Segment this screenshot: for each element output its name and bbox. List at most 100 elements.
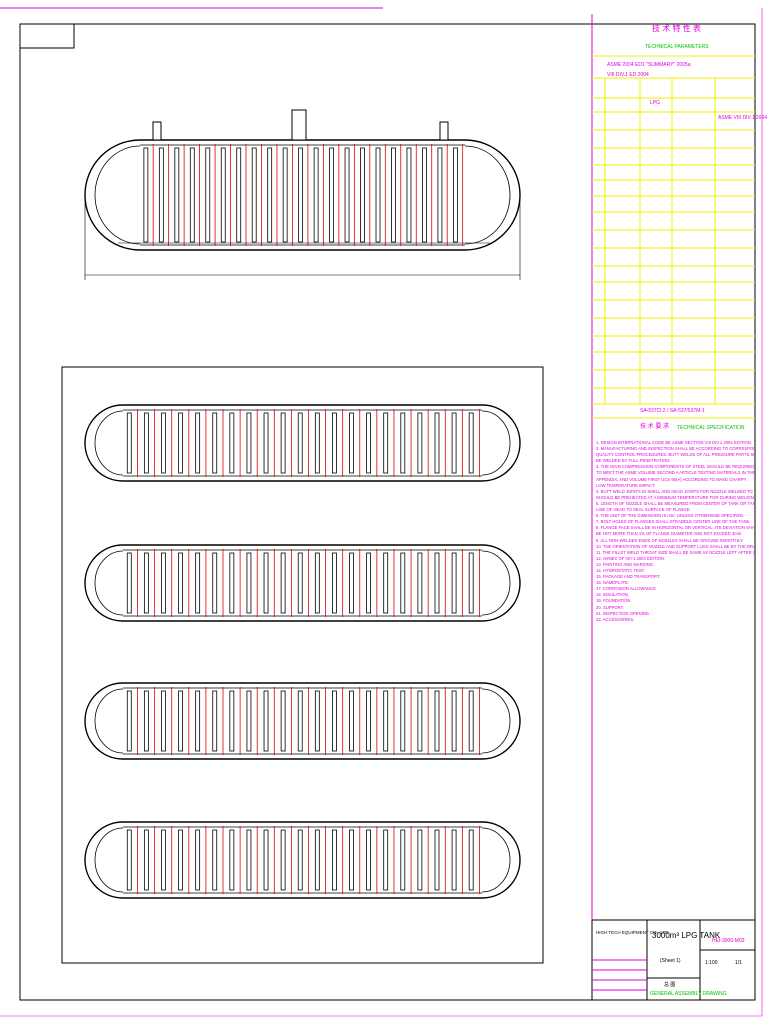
- stiffener-rib: [143, 552, 149, 614]
- drawing-subtitle: (Sheet 1): [660, 958, 681, 964]
- stiffener-rib: [246, 412, 252, 474]
- stiffener-rib: [143, 412, 149, 474]
- design-code-line: ASME 2004 ED1 "SUMMARY" 2005a: [607, 62, 691, 68]
- plan-vessel: [84, 682, 521, 760]
- stiffener-rib: [313, 147, 319, 243]
- spec-line: TO MEET THE ASME VOLUME SECOND A ARTICLE…: [596, 470, 754, 476]
- stiffener-rib: [366, 829, 372, 891]
- stiffener-rib: [282, 147, 288, 243]
- stiffener-rib: [422, 147, 427, 243]
- stiffener-rib: [212, 552, 218, 614]
- stiffener-rib: [468, 829, 474, 891]
- stiffener-rib: [143, 829, 149, 891]
- stiffener-rib: [263, 412, 269, 474]
- stiffener-rib: [452, 147, 458, 243]
- stiffener-rib: [366, 412, 372, 474]
- drawing-sheet: 1/1: [735, 960, 742, 966]
- stiffener-rib: [400, 552, 406, 614]
- material-value: SA-537Cl.2 / SA-537/537M-1: [640, 408, 705, 414]
- stiffener-rib: [434, 829, 440, 891]
- stiffener-rib: [332, 690, 337, 752]
- stiffener-rib: [349, 829, 354, 891]
- stiffener-rib: [229, 690, 235, 752]
- stiffener-rib: [329, 147, 334, 243]
- stiffener-rib: [434, 552, 440, 614]
- stiffener-rib: [246, 829, 252, 891]
- stiffener-rib: [143, 147, 149, 243]
- spec-line: 4. BUTT WELD JOINTS IN SHELL AND HEAD JO…: [596, 488, 754, 494]
- param-table-title-en: TECHNICAL PARAMETERS: [645, 44, 709, 50]
- vessel-head-right: [481, 688, 511, 754]
- stiffener-rib: [212, 829, 218, 891]
- stiffener-rib: [126, 552, 132, 614]
- corner-code-box: [19, 23, 75, 49]
- vessel-head-right: [481, 410, 511, 476]
- stiffener-rib: [349, 552, 354, 614]
- stiffener-rib: [434, 690, 440, 752]
- stiffener-rib: [417, 829, 423, 891]
- param-table-title-cn: 技 术 特 性 表: [652, 24, 701, 33]
- nozzles: [152, 109, 449, 141]
- stiffener-rib: [314, 412, 320, 474]
- vessel-head-left: [94, 688, 124, 754]
- spec-title-cn: 技 术 要 求: [640, 424, 670, 430]
- stiffener-rib: [178, 552, 183, 614]
- stiffener-rib: [189, 147, 195, 243]
- stiffener-rib: [468, 552, 474, 614]
- stiffener-rib: [451, 552, 457, 614]
- stiffener-rib: [417, 412, 423, 474]
- stiffener-rib: [229, 412, 235, 474]
- stiffener-rib: [267, 147, 273, 243]
- stiffener-rib: [314, 690, 320, 752]
- spec-line: 9. ALL NON-WELDED ENDS OF NOZZLES SHALL …: [596, 537, 744, 543]
- stiffener-rib: [400, 690, 406, 752]
- stiffener-rib: [220, 147, 226, 243]
- stiffener-rib: [297, 690, 303, 752]
- stiffener-rib: [314, 829, 320, 891]
- stiffener-rib: [375, 147, 381, 243]
- stiffener-rib: [451, 690, 457, 752]
- stiffener-rib: [205, 147, 211, 243]
- technical-parameters-grid: [592, 55, 755, 419]
- stiffener-rib: [280, 552, 286, 614]
- stiffener-rib: [383, 829, 389, 891]
- stiffener-rib: [437, 147, 443, 243]
- stiffener-rib: [263, 552, 269, 614]
- stiffener-rib: [417, 552, 423, 614]
- stiffener-rib: [406, 147, 412, 243]
- stiffener-rib: [195, 412, 201, 474]
- vessel-head-left: [94, 145, 141, 245]
- stiffener-rib: [383, 690, 389, 752]
- stiffener-rib: [391, 147, 396, 243]
- stiffener-rib: [229, 829, 235, 891]
- drawing-title: 3000m³ LPG TANK: [652, 931, 721, 940]
- stiffener-rib: [280, 690, 286, 752]
- stiffener-rib: [263, 829, 269, 891]
- vessel-head-left: [94, 550, 124, 616]
- stiffener-rib: [195, 690, 201, 752]
- spec-line: BE NOT MORE THAN 1% OF FLANGE DIAMETER A…: [596, 531, 743, 537]
- stiffener-rib: [349, 690, 354, 752]
- plan-vessel: [84, 821, 521, 899]
- stiffener-rib: [332, 829, 337, 891]
- drawing-type-cn: 总 图: [664, 982, 676, 988]
- stiffener-rib: [349, 412, 354, 474]
- stiffener-rib: [366, 690, 372, 752]
- stiffener-rib: [251, 147, 257, 243]
- stiffener-rib: [212, 690, 218, 752]
- spec-line: 11. THE FILLET WELD THROAT SIZE SHALL BE…: [596, 549, 754, 555]
- stiffener-rib: [400, 829, 406, 891]
- stiffener-rib: [400, 412, 406, 474]
- stiffener-rib: [314, 552, 320, 614]
- stiffener-rib: [246, 552, 252, 614]
- stiffener-rib: [383, 552, 389, 614]
- stiffener-rib: [344, 147, 350, 243]
- spec-line: APPENDIX, AND VOLUME FIRST UCS 66(A) ACC…: [596, 476, 747, 482]
- stiffener-rib: [297, 829, 303, 891]
- vessel-head-right: [481, 550, 511, 616]
- plan-view-vessels: [84, 404, 521, 899]
- stiffener-rib: [161, 552, 166, 614]
- stiffener-rib: [451, 412, 457, 474]
- stiffener-rib: [161, 829, 166, 891]
- stiffener-rib: [174, 147, 180, 243]
